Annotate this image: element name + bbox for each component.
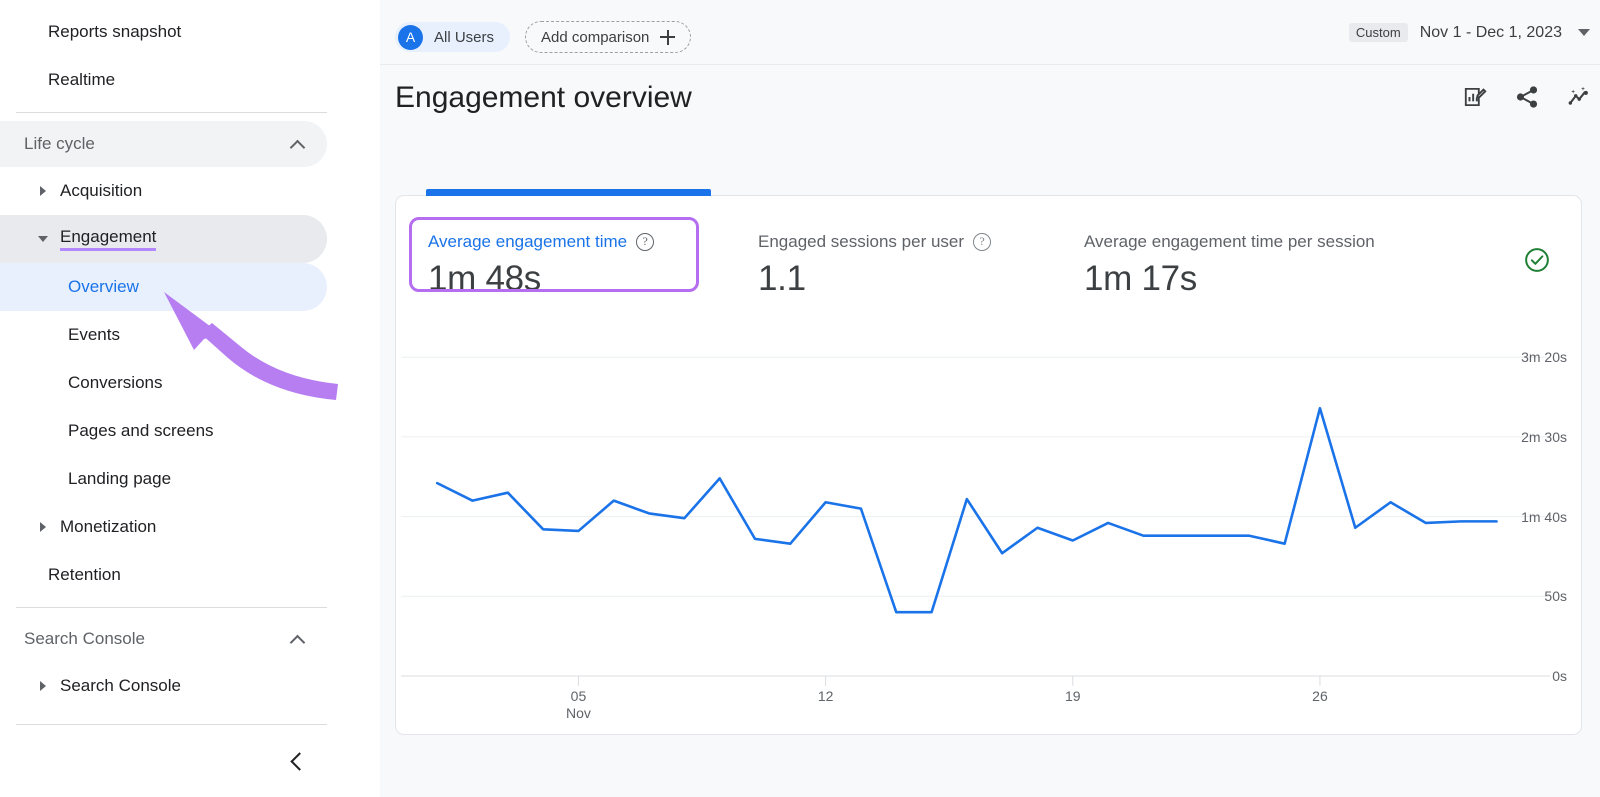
- x-axis-month-label: Nov: [548, 705, 608, 722]
- metric-value: 1.1: [758, 259, 991, 299]
- page-title: Engagement overview: [395, 81, 692, 115]
- engagement-overview-card: Average engagement time ? 1m 48s Engaged…: [395, 195, 1582, 735]
- sidebar-section-search-console[interactable]: Search Console: [0, 616, 327, 662]
- metric-value: 1m 17s: [1084, 259, 1375, 299]
- sidebar-item-label: Events: [68, 325, 120, 345]
- metric-row: Average engagement time ? 1m 48s Engaged…: [396, 210, 1581, 310]
- add-comparison-button[interactable]: Add comparison: [525, 21, 691, 53]
- avatar: A: [398, 25, 423, 50]
- sidebar-item-label: Search Console: [60, 676, 181, 696]
- metric-label-wrap: Average engagement time per session: [1084, 232, 1375, 252]
- metric-label-wrap: Engaged sessions per user ?: [758, 232, 991, 252]
- chevron-right-icon: [38, 521, 50, 533]
- sidebar-divider-2: [16, 607, 327, 608]
- plus-icon: [660, 30, 675, 45]
- y-axis-tick-label: 1m 40s: [1521, 509, 1567, 525]
- help-icon[interactable]: ?: [636, 233, 654, 251]
- x-axis-tick-label: 26: [1290, 688, 1350, 705]
- sidebar-item-acquisition[interactable]: Acquisition: [0, 167, 327, 215]
- chart-line-series: [437, 408, 1496, 612]
- sidebar-item-label: Reports snapshot: [48, 22, 181, 42]
- sidebar-item-label: Engagement: [60, 227, 156, 251]
- sidebar-item-search-console[interactable]: Search Console: [0, 662, 327, 710]
- metric-label: Average engagement time per session: [1084, 232, 1375, 252]
- sidebar-item-reports-snapshot[interactable]: Reports snapshot: [0, 8, 327, 56]
- sidebar-section-label: Search Console: [24, 629, 145, 649]
- sidebar-section-life-cycle[interactable]: Life cycle: [0, 121, 327, 167]
- x-axis-tick-label: 12: [796, 688, 856, 705]
- sidebar-item-label: Overview: [68, 277, 139, 297]
- metric-label: Engaged sessions per user: [758, 232, 964, 252]
- sidebar-item-retention[interactable]: Retention: [0, 551, 327, 599]
- sidebar-item-events[interactable]: Events: [0, 311, 327, 359]
- sidebar-divider-1: [16, 112, 327, 113]
- metric-card-average-engagement-time[interactable]: Average engagement time ? 1m 48s: [428, 232, 654, 299]
- audience-chip-all-users[interactable]: A All Users: [395, 22, 510, 52]
- chevron-down-icon: [1578, 29, 1590, 36]
- sidebar-item-overview[interactable]: Overview: [0, 263, 327, 311]
- sidebar-item-label: Realtime: [48, 70, 115, 90]
- check-circle-icon: [1523, 246, 1551, 274]
- chevron-up-icon: [291, 137, 305, 151]
- metric-label: Average engagement time: [428, 232, 627, 252]
- metric-value: 1m 48s: [428, 259, 654, 299]
- y-axis-tick-label: 50s: [1544, 588, 1567, 604]
- sidebar-item-landing-page[interactable]: Landing page: [0, 455, 327, 503]
- header-actions: [1462, 84, 1592, 110]
- x-axis-tick-label: 19: [1043, 688, 1103, 705]
- metric-card-engaged-sessions-per-user[interactable]: Engaged sessions per user ? 1.1: [758, 232, 991, 299]
- audience-chip-label: All Users: [434, 29, 494, 46]
- metric-card-average-engagement-time-per-session[interactable]: Average engagement time per session 1m 1…: [1084, 232, 1375, 299]
- date-range-value: Nov 1 - Dec 1, 2023: [1420, 24, 1562, 42]
- sidebar-divider-3: [16, 724, 327, 725]
- sidebar-item-label: Acquisition: [60, 181, 142, 201]
- x-axis-tick-label: 05Nov: [548, 688, 608, 722]
- chart-canvas[interactable]: [396, 314, 1581, 734]
- date-range-badge: Custom: [1349, 23, 1408, 42]
- sidebar-item-conversions[interactable]: Conversions: [0, 359, 327, 407]
- sidebar-item-label: Conversions: [68, 373, 163, 393]
- sidebar-item-label: Monetization: [60, 517, 156, 537]
- sidebar-item-realtime[interactable]: Realtime: [0, 56, 327, 104]
- share-icon[interactable]: [1514, 84, 1540, 110]
- y-axis-tick-label: 0s: [1552, 668, 1567, 684]
- chevron-left-icon[interactable]: [284, 747, 312, 775]
- sidebar-item-pages-and-screens[interactable]: Pages and screens: [0, 407, 327, 455]
- chevron-down-icon: [38, 233, 50, 245]
- edit-chart-icon[interactable]: [1462, 84, 1488, 110]
- active-metric-tab-indicator: [426, 189, 711, 196]
- sidebar-section-label: Life cycle: [24, 134, 95, 154]
- chevron-up-icon: [291, 632, 305, 646]
- add-comparison-label: Add comparison: [541, 29, 649, 46]
- sidebar-item-label: Landing page: [68, 469, 171, 489]
- sidebar-item-monetization[interactable]: Monetization: [0, 503, 327, 551]
- main-content: A All Users Add comparison Custom Nov 1 …: [380, 0, 1600, 797]
- sidebar-item-label: Retention: [48, 565, 121, 585]
- insights-icon[interactable]: [1566, 84, 1592, 110]
- sidebar-item-engagement[interactable]: Engagement: [0, 215, 327, 263]
- top-toolbar: A All Users Add comparison Custom Nov 1 …: [380, 0, 1600, 65]
- chevron-right-icon: [38, 185, 50, 197]
- date-range-selector[interactable]: Custom Nov 1 - Dec 1, 2023: [1349, 23, 1590, 42]
- sidebar-item-label: Pages and screens: [68, 421, 214, 441]
- engagement-time-line-chart: 3m 20s 2m 30s 1m 40s 50s 0s 05Nov 12 19 26: [396, 314, 1581, 734]
- chevron-right-icon: [38, 680, 50, 692]
- metric-label-wrap: Average engagement time ?: [428, 232, 654, 252]
- help-icon[interactable]: ?: [973, 233, 991, 251]
- sidebar: Reports snapshot Realtime Life cycle Acq…: [0, 0, 380, 797]
- y-axis-tick-label: 3m 20s: [1521, 349, 1567, 365]
- y-axis-tick-label: 2m 30s: [1521, 429, 1567, 445]
- page-header: Engagement overview: [380, 65, 1600, 133]
